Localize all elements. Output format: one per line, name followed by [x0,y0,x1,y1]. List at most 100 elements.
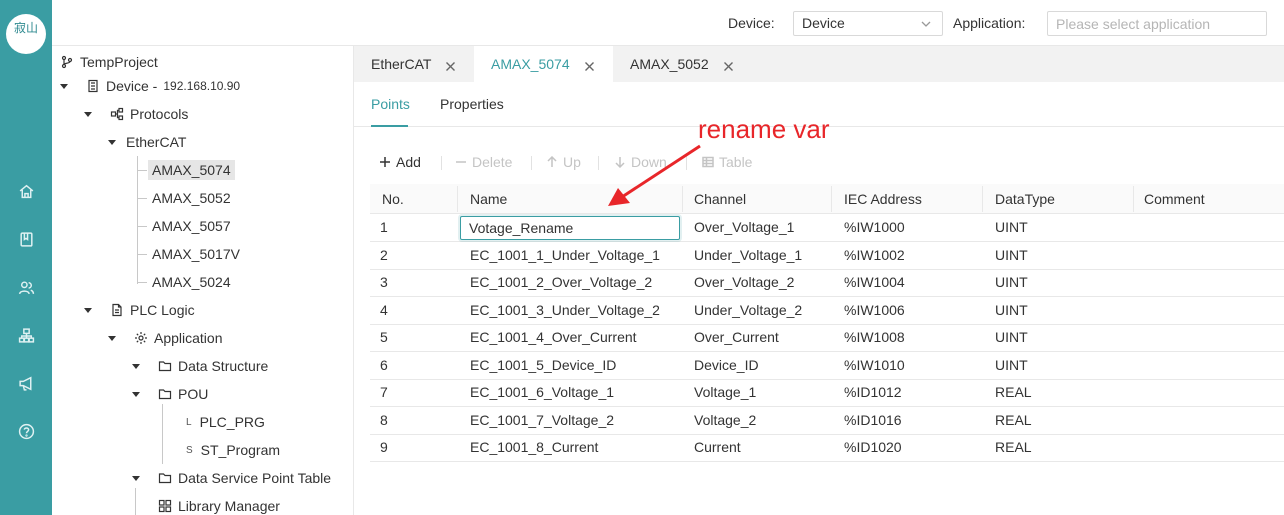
column-header[interactable]: Name [470,191,507,207]
editor-tabs: EtherCAT AMAX_5074 AMAX_5052 [354,46,1284,82]
cell-iec-address: %ID1012 [844,384,902,400]
book-icon[interactable] [15,228,37,250]
device-label: Device: [728,15,775,31]
tree-item-label: PLC_PRG [199,414,265,430]
network-icon[interactable] [15,324,37,346]
cell-name[interactable]: EC_1001_1_Under_Voltage_1 [470,247,660,263]
cell-name[interactable]: EC_1001_4_Over_Current [470,329,637,345]
cell-no: 9 [380,439,388,455]
home-icon[interactable] [15,180,37,202]
caret-down-icon[interactable] [132,475,140,481]
tree-connector [135,488,136,515]
column-header[interactable]: No. [382,191,404,207]
table-header: No. Name Channel IEC Address DataType Co… [370,184,1284,214]
tab-amax-5052[interactable]: AMAX_5052 [613,46,751,82]
tree-item-library[interactable]: Library Manager [158,494,280,515]
table-row[interactable]: 6 EC_1001_5_Device_ID Device_ID %IW1010 … [370,352,1284,380]
column-header[interactable]: Comment [1144,191,1205,207]
cell-name[interactable]: EC_1001_6_Voltage_1 [470,384,614,400]
tree-item-label: PLC Logic [130,302,195,318]
tree-item-data-service[interactable]: Data Service Point Table [132,466,331,490]
left-nav-rail: 寂山 [0,0,52,515]
application-label: Application: [953,15,1026,31]
tree-item-pou-program[interactable]: L PLC_PRG [186,410,265,434]
tree-connector [137,170,147,171]
table-row[interactable]: 8 EC_1001_7_Voltage_2 Voltage_2 %ID1016 … [370,407,1284,435]
caret-down-icon[interactable] [132,391,140,397]
help-icon[interactable] [15,420,37,442]
tree-item-slave[interactable]: AMAX_5057 [152,214,231,238]
tab-amax-5074[interactable]: AMAX_5074 [474,46,613,82]
close-icon[interactable] [723,59,734,71]
tree-item-protocols[interactable]: Protocols [84,102,188,126]
tab-points[interactable]: Points [371,96,410,112]
table-row[interactable]: 3 EC_1001_2_Over_Voltage_2 Over_Voltage_… [370,269,1284,297]
cell-name[interactable]: EC_1001_3_Under_Voltage_2 [470,302,660,318]
caret-down-icon[interactable] [108,335,116,341]
table-row[interactable]: 1 Over_Voltage_1 %IW1000 UINT [370,214,1284,242]
library-icon [158,499,172,513]
tree-item-application[interactable]: Application [108,326,223,350]
tab-label: AMAX_5074 [491,56,570,72]
protocols-icon [110,107,124,121]
move-up-button[interactable]: Up [546,154,581,170]
column-header[interactable]: IEC Address [844,191,922,207]
arrow-down-icon [615,157,625,168]
tree-item-pou-program[interactable]: S ST_Program [186,438,280,462]
cell-name[interactable]: EC_1001_5_Device_ID [470,357,616,373]
cell-name[interactable]: EC_1001_8_Current [470,439,598,455]
tree-item-slave[interactable]: AMAX_5017V [152,242,240,266]
file-icon [110,303,124,317]
table-row[interactable]: 4 EC_1001_3_Under_Voltage_2 Under_Voltag… [370,297,1284,325]
column-header[interactable]: DataType [995,191,1055,207]
cell-name[interactable]: EC_1001_7_Voltage_2 [470,412,614,428]
cell-iec-address: %IW1008 [844,329,905,345]
caret-down-icon[interactable] [84,111,92,117]
tree-connector [137,282,147,283]
cell-no: 5 [380,329,388,345]
tree-item-data-structure[interactable]: Data Structure [132,354,268,378]
table-row[interactable]: 5 EC_1001_4_Over_Current Over_Current %I… [370,324,1284,352]
column-divider [1133,186,1134,212]
users-icon[interactable] [15,276,37,298]
table-button[interactable]: Table [702,154,752,170]
delete-button[interactable]: Delete [455,154,512,170]
tree-item-pou[interactable]: POU [132,382,208,406]
tree-item-plc-logic[interactable]: PLC Logic [84,298,195,322]
megaphone-icon[interactable] [15,372,37,394]
tree-item-slave[interactable]: AMAX_5074 [148,158,235,182]
tree-item-label: Data Service Point Table [178,470,332,486]
table-row[interactable]: 9 EC_1001_8_Current Current %ID1020 REAL [370,434,1284,462]
cell-iec-address: %ID1020 [844,439,902,455]
caret-down-icon[interactable] [132,363,140,369]
tree-item-ethercat[interactable]: EtherCAT [108,130,186,154]
tab-properties[interactable]: Properties [440,96,504,112]
add-button[interactable]: Add [379,154,421,170]
cell-datatype: REAL [995,384,1032,400]
tree-item-label: POU [178,386,209,402]
top-bar: Device: Device Application: [52,0,1284,46]
toolbar-divider [686,156,687,170]
device-select[interactable]: Device [793,11,943,36]
cell-name[interactable]: EC_1001_2_Over_Voltage_2 [470,274,652,290]
cell-datatype: REAL [995,439,1032,455]
close-icon[interactable] [584,59,595,71]
move-down-button[interactable]: Down [614,154,667,170]
name-edit-input[interactable] [460,216,680,240]
table-row[interactable]: 7 EC_1001_6_Voltage_1 Voltage_1 %ID1012 … [370,379,1284,407]
tree-item-slave[interactable]: AMAX_5024 [152,270,231,294]
table-row[interactable]: 2 EC_1001_1_Under_Voltage_1 Under_Voltag… [370,242,1284,270]
tree-item-device[interactable]: Device - 192.168.10.90 [60,74,240,98]
application-input[interactable] [1047,11,1267,36]
column-header[interactable]: Channel [694,191,746,207]
tab-ethercat[interactable]: EtherCAT [354,46,474,82]
pou-type-prefix: S [186,444,193,456]
caret-down-icon[interactable] [108,139,116,145]
tree-item-slave[interactable]: AMAX_5052 [152,186,231,210]
caret-down-icon[interactable] [60,83,68,89]
close-icon[interactable] [445,59,456,71]
tree-item-project[interactable]: TempProject [60,50,158,74]
caret-down-icon[interactable] [84,307,92,313]
active-tab-indicator [371,125,408,127]
project-tree: TempProject Device - 192.168.10.90 Proto… [52,46,354,515]
